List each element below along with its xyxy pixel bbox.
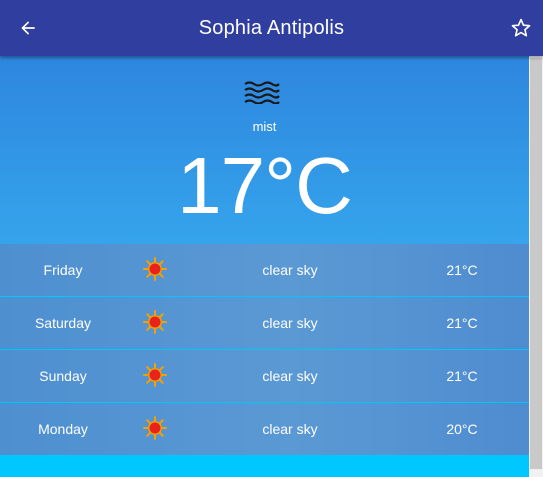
arrow-left-icon <box>21 21 35 35</box>
weather-content[interactable]: mist 17°C Friday clear sky 21°C Saturday <box>0 56 529 477</box>
forecast-description: clear sky <box>262 368 318 384</box>
star-outline-icon <box>511 18 531 37</box>
app-bar: Sophia Antipolis <box>0 0 543 56</box>
sun-icon <box>143 416 167 440</box>
forecast-row-monday[interactable]: Monday clear sky 20°C <box>0 403 529 455</box>
mist-icon <box>244 81 280 104</box>
current-condition: mist <box>252 119 277 134</box>
forecast-description: clear sky <box>262 262 318 278</box>
forecast-row-saturday[interactable]: Saturday clear sky 21°C <box>0 297 529 349</box>
forecast-day: Saturday <box>34 315 92 331</box>
back-button[interactable] <box>14 14 42 42</box>
forecast-description: clear sky <box>262 421 318 437</box>
favorite-button[interactable] <box>507 14 535 42</box>
sun-icon <box>143 257 167 281</box>
forecast-day: Sunday <box>39 368 87 384</box>
forecast-row-friday[interactable]: Friday clear sky 21°C <box>0 244 529 296</box>
forecast-temperature: 21°C <box>446 315 478 331</box>
forecast-day: Monday <box>38 421 88 437</box>
page-title: Sophia Antipolis <box>198 17 345 39</box>
forecast-list: Friday clear sky 21°C Saturday clear sky… <box>0 244 529 456</box>
forecast-description: clear sky <box>262 315 318 331</box>
forecast-temperature: 21°C <box>446 368 478 384</box>
forecast-temperature: 20°C <box>446 421 478 437</box>
sun-icon <box>143 310 167 334</box>
current-weather-panel: mist 17°C <box>0 56 529 244</box>
current-temperature: 17°C <box>177 141 353 230</box>
forecast-day: Friday <box>43 262 83 278</box>
forecast-temperature: 21°C <box>446 262 478 278</box>
forecast-row-sunday[interactable]: Sunday clear sky 21°C <box>0 350 529 402</box>
sun-icon <box>143 363 167 387</box>
scrollbar-thumb[interactable] <box>530 58 542 469</box>
